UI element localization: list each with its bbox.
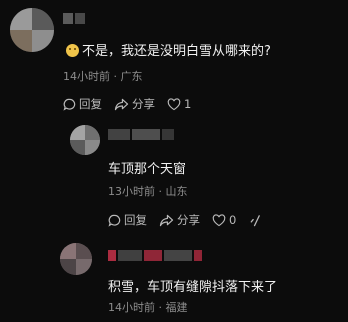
comment-meta: 14小时前 · 广东 (63, 70, 143, 83)
share-button[interactable]: 分享 (114, 96, 155, 112)
comment-1: 不是，我还是没明白雪从哪来的? 14小时前 · 广东 回复 分享 1 (0, 0, 348, 115)
like-button[interactable]: 1 (167, 97, 191, 111)
like-button[interactable]: 0 (212, 213, 236, 227)
heart-icon (212, 213, 226, 226)
avatar[interactable] (70, 125, 100, 155)
reply-button[interactable]: 回复 (108, 212, 147, 228)
like-count: 1 (184, 97, 192, 111)
comment-text: 车顶那个天窗 (108, 162, 187, 177)
reply-icon (108, 214, 121, 227)
share-icon (159, 214, 174, 226)
more-icon (250, 214, 261, 226)
reply-icon (63, 98, 76, 111)
comment-3: 积雪，车顶有缝隙抖落下来了 14小时前 · 福建 (0, 235, 348, 322)
username-blurred[interactable] (108, 250, 202, 261)
comment-text: 不是，我还是没明白雪从哪来的? (66, 40, 271, 59)
username-blurred[interactable] (63, 13, 85, 24)
smile-emoji-icon (66, 44, 79, 57)
avatar[interactable] (60, 243, 92, 275)
avatar[interactable] (10, 8, 54, 52)
comment-actions: 回复 分享 1 (63, 96, 203, 112)
like-count: 0 (229, 213, 237, 227)
comment-actions: 回复 分享 0 (108, 212, 274, 228)
share-icon (114, 98, 129, 110)
comment-meta: 14小时前 · 福建 (108, 301, 188, 314)
comment-text: 积雪，车顶有缝隙抖落下来了 (108, 280, 278, 295)
username-blurred[interactable] (108, 129, 174, 140)
comment-2: 车顶那个天窗 13小时前 · 山东 回复 分享 0 (0, 115, 348, 235)
more-button[interactable] (248, 214, 262, 227)
heart-icon (167, 97, 181, 110)
comment-meta: 13小时前 · 山东 (108, 185, 188, 198)
reply-button[interactable]: 回复 (63, 96, 102, 112)
share-button[interactable]: 分享 (159, 212, 200, 228)
